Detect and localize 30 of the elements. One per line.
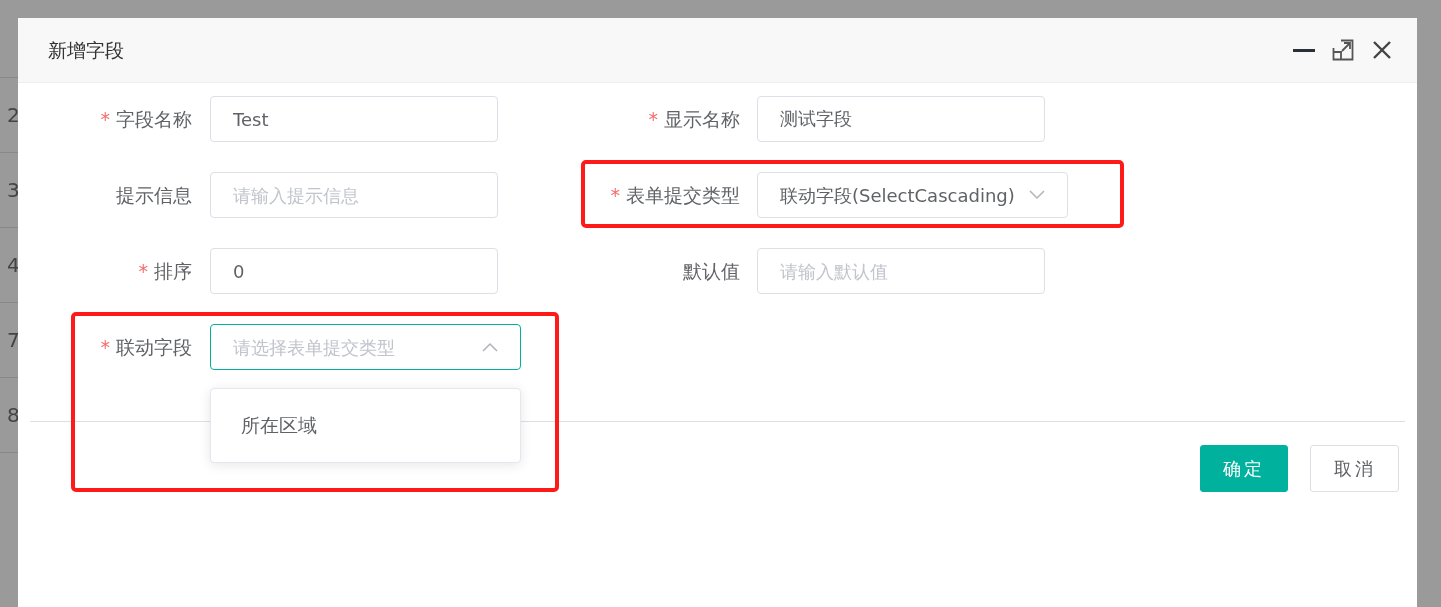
text-field[interactable]: 0 xyxy=(210,248,498,294)
field-label: 表单提交类型 xyxy=(626,183,740,206)
required-mark: * xyxy=(100,107,110,130)
close-icon[interactable] xyxy=(1371,39,1393,61)
dropdown-option[interactable]: 所在区域 xyxy=(211,395,520,456)
field-label: 显示名称 xyxy=(664,107,740,130)
required-mark: * xyxy=(138,259,148,282)
field-label: 提示信息 xyxy=(116,183,192,206)
chevron-up-icon xyxy=(482,342,498,352)
required-mark: * xyxy=(610,183,620,206)
select-field[interactable]: 联动字段(SelectCascading) xyxy=(757,172,1068,218)
text-field[interactable]: 测试字段 xyxy=(757,96,1045,142)
maximize-icon[interactable] xyxy=(1332,39,1354,61)
text-field[interactable]: 请输入默认值 xyxy=(757,248,1045,294)
field-label: 联动字段 xyxy=(116,335,192,358)
field-label: 字段名称 xyxy=(116,107,192,130)
required-mark: * xyxy=(648,107,658,130)
table-cell-text: 4 xyxy=(7,252,20,279)
table-cell-text: 2 xyxy=(7,102,20,129)
dialog-title: 新增字段 xyxy=(48,37,125,63)
text-field[interactable]: Test xyxy=(210,96,498,142)
field-label: 默认值 xyxy=(683,259,740,282)
cancel-button[interactable]: 取消 xyxy=(1310,445,1399,492)
field-label: 排序 xyxy=(154,259,192,282)
chevron-down-icon xyxy=(1029,190,1045,200)
table-cell-text: 7 xyxy=(7,327,20,354)
text-field[interactable]: 请输入提示信息 xyxy=(210,172,498,218)
table-cell-text: 8 xyxy=(7,402,20,429)
table-cell-text: 3 xyxy=(7,177,20,204)
required-mark: * xyxy=(100,335,110,358)
